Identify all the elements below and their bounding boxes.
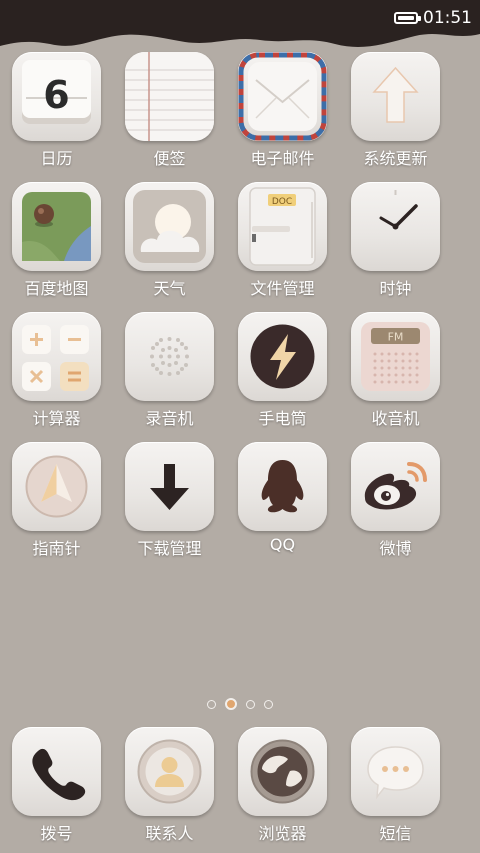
app-file-manager[interactable]: DOC 文件管理 [226,182,339,302]
dock-phone[interactable]: 拨号 [0,727,113,847]
app-label: QQ [269,535,296,554]
app-label: 文件管理 [250,279,315,298]
calendar-icon: 6 [12,52,101,141]
app-radio[interactable]: FM 收音机 [339,312,452,432]
page-dot-active[interactable] [225,698,237,710]
dock: 拨号 联系人 浏览器 短信 [0,727,480,853]
email-envelope-icon [238,52,327,141]
app-label: 收音机 [371,409,420,428]
app-download-manager[interactable]: 下载管理 [113,442,226,562]
app-label: 便签 [153,149,186,168]
map-icon [12,182,101,271]
app-weibo[interactable]: 微博 [339,442,452,562]
app-compass[interactable]: 指南针 [0,442,113,562]
app-notepad[interactable]: 便签 [113,52,226,172]
calendar-day-number: 6 [43,73,69,117]
app-baidu-map[interactable]: 百度地图 [0,182,113,302]
status-bar: 01:51 [394,6,472,30]
app-label: 手电筒 [258,409,307,428]
weather-icon [125,182,214,271]
battery-full-icon [394,12,421,24]
app-clock[interactable]: 时钟 [339,182,452,302]
file-tag-text: DOC [272,197,292,207]
update-arrow-icon [351,52,440,141]
browser-globe-icon [238,727,327,816]
app-system-update[interactable]: 系统更新 [339,52,452,172]
file-cabinet-icon: DOC [238,182,327,271]
clock-icon [351,182,440,271]
recorder-icon [125,312,214,401]
app-calendar[interactable]: 6 日历 [0,52,113,172]
page-indicator [0,698,480,710]
sms-bubble-icon [351,727,440,816]
weibo-icon [351,442,440,531]
page-dot[interactable] [264,699,273,709]
phone-icon [12,727,101,816]
radio-fm-text: FM [388,331,404,344]
qq-penguin-icon [238,442,327,531]
app-label: 百度地图 [24,279,89,298]
dock-sms[interactable]: 短信 [339,727,452,847]
page-dot[interactable] [207,699,216,709]
app-label: 微博 [379,539,412,558]
app-label: 日历 [40,149,73,168]
notepad-icon [125,52,214,141]
dock-contacts[interactable]: 联系人 [113,727,226,847]
app-label: 录音机 [145,409,194,428]
dock-label: 短信 [379,824,412,843]
app-label: 天气 [153,279,186,298]
app-calculator[interactable]: 计算器 [0,312,113,432]
page-dot[interactable] [246,699,255,709]
app-flashlight[interactable]: 手电筒 [226,312,339,432]
app-email[interactable]: 电子邮件 [226,52,339,172]
app-label: 下载管理 [137,539,202,558]
calculator-icon [12,312,101,401]
status-time: 01:51 [423,8,472,28]
app-weather[interactable]: 天气 [113,182,226,302]
app-label: 时钟 [379,279,412,298]
dock-label: 拨号 [40,824,73,843]
app-qq[interactable]: QQ [226,442,339,562]
compass-icon [12,442,101,531]
app-recorder[interactable]: 录音机 [113,312,226,432]
contacts-icon [125,727,214,816]
app-label: 系统更新 [363,149,428,168]
app-label: 计算器 [32,409,81,428]
dock-label: 联系人 [145,824,194,843]
app-label: 电子邮件 [250,149,315,168]
dock-browser[interactable]: 浏览器 [226,727,339,847]
flashlight-icon [238,312,327,401]
radio-icon: FM [351,312,440,401]
home-screen: 01:51 6 日历 便签 电子邮件 系统更新 百度地图 天气 DOC 文件管理… [0,0,480,853]
app-label: 指南针 [32,539,81,558]
download-icon [125,442,214,531]
dock-label: 浏览器 [258,824,307,843]
